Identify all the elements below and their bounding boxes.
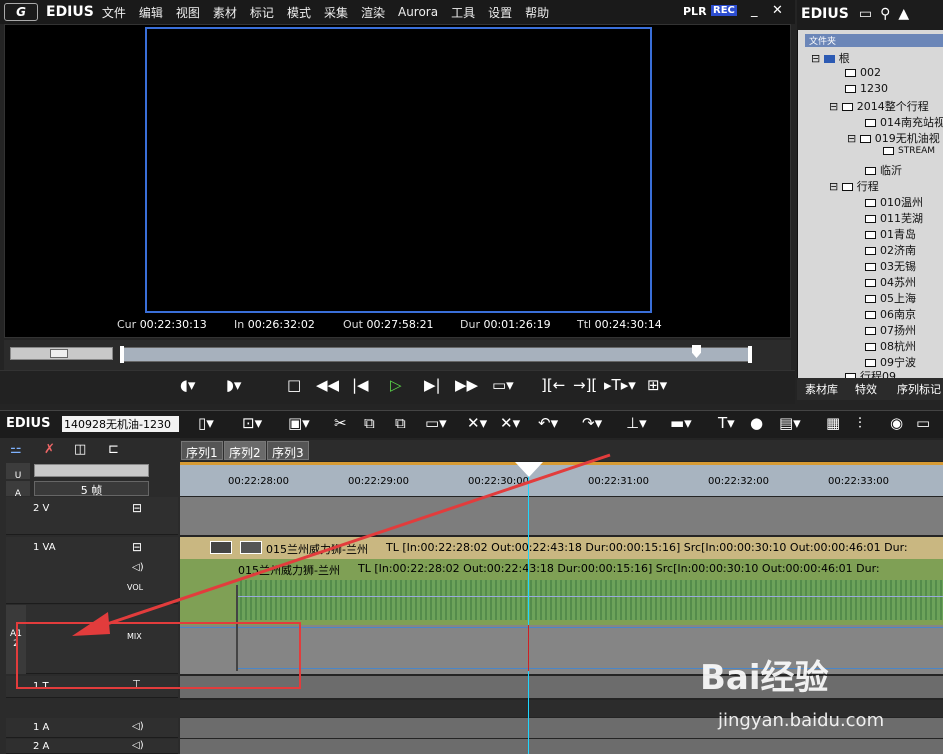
edius-window: G EDIUS 文件 编辑 视图 素材 标记 模式 采集 渲染 Aurora 工… <box>0 0 943 754</box>
annotation-arrow-icon <box>72 453 611 636</box>
baidu-watermark-url: jingyan.baidu.com <box>718 710 885 731</box>
baidu-watermark: Bai经验 <box>700 658 829 698</box>
